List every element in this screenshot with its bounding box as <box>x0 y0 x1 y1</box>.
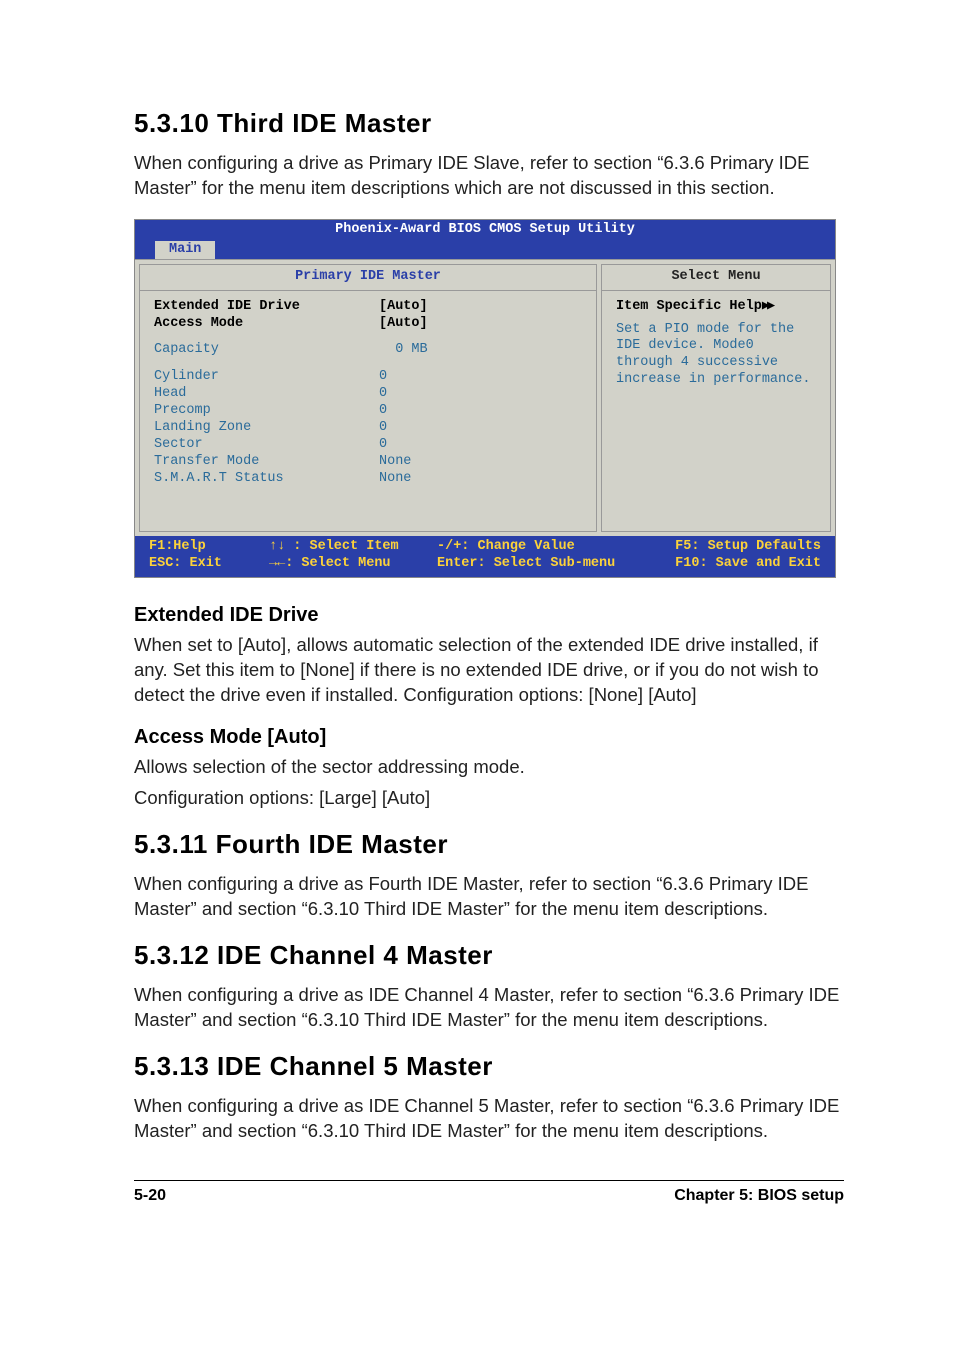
field-ext-ide-drive-label: Extended IDE Drive <box>154 299 379 316</box>
section-number: 5.3.13 <box>134 1051 209 1081</box>
section-title: Fourth IDE Master <box>216 829 448 859</box>
field-cylinder-label: Cylinder <box>154 369 379 386</box>
bios-footer: F1:Help ESC: Exit ↑↓ : Select Item →←: S… <box>135 536 835 578</box>
field-sector-label: Sector <box>154 437 379 454</box>
footer-change-value: -/+: Change Value <box>437 539 641 556</box>
section-para: When configuring a drive as IDE Channel … <box>134 1094 842 1144</box>
field-sector-value: 0 <box>379 437 387 454</box>
field-capacity-label: Capacity <box>154 342 379 359</box>
field-precomp-value: 0 <box>379 403 387 420</box>
field-capacity-value: 0 MB <box>379 342 428 359</box>
para-access-mode-2: Configuration options: [Large] [Auto] <box>134 786 842 811</box>
section-para: When configuring a drive as Primary IDE … <box>134 151 842 201</box>
subheading-access-mode: Access Mode [Auto] <box>134 726 844 749</box>
field-access-mode-value[interactable]: [Auto] <box>379 316 428 333</box>
footer-select-item: ↑↓ : Select Item <box>269 539 437 556</box>
field-smart-status-label: S.M.A.R.T Status <box>154 471 379 488</box>
field-landing-zone-label: Landing Zone <box>154 420 379 437</box>
item-specific-help-title: Item Specific Help▶▶ <box>616 299 818 316</box>
para-access-mode-1: Allows selection of the sector addressin… <box>134 755 842 780</box>
field-head-value: 0 <box>379 386 387 403</box>
chevron-right-icon: ▶▶ <box>762 299 772 314</box>
section-title: Third IDE Master <box>217 108 432 138</box>
field-transfer-mode-label: Transfer Mode <box>154 454 379 471</box>
bios-screenshot: Phoenix-Award BIOS CMOS Setup Utility Ma… <box>134 219 844 579</box>
field-transfer-mode-value: None <box>379 454 411 471</box>
chapter-label: Chapter 5: BIOS setup <box>674 1187 844 1205</box>
section-title: IDE Channel 5 Master <box>217 1051 493 1081</box>
bios-left-header: Primary IDE Master <box>140 265 596 291</box>
para-extended-ide-drive: When set to [Auto], allows automatic sel… <box>134 633 842 708</box>
footer-select-menu: →←: Select Menu <box>269 556 437 573</box>
field-ext-ide-drive-value[interactable]: [Auto] <box>379 299 428 316</box>
section-title: IDE Channel 4 Master <box>217 940 493 970</box>
footer-esc-exit: ESC: Exit <box>149 556 269 573</box>
footer-save-and-exit: F10: Save and Exit <box>641 556 821 573</box>
field-head-label: Head <box>154 386 379 403</box>
field-precomp-label: Precomp <box>154 403 379 420</box>
page-number: 5-20 <box>134 1187 166 1205</box>
field-landing-zone-value: 0 <box>379 420 387 437</box>
section-heading-5311: 5.3.11 Fourth IDE Master <box>134 829 844 860</box>
bios-right-header: Select Menu <box>602 265 830 291</box>
field-smart-status-value: None <box>379 471 411 488</box>
section-number: 5.3.12 <box>134 940 209 970</box>
field-cylinder-value: 0 <box>379 369 387 386</box>
section-number: 5.3.11 <box>134 829 208 859</box>
page-footer: 5-20 Chapter 5: BIOS setup <box>134 1180 844 1205</box>
subheading-extended-ide-drive: Extended IDE Drive <box>134 604 844 627</box>
item-specific-help-body: Set a PIO mode for the IDE device. Mode0… <box>616 322 818 390</box>
bios-tab-main[interactable]: Main <box>155 241 215 259</box>
footer-f1-help: F1:Help <box>149 539 269 556</box>
footer-select-submenu: Enter: Select Sub-menu <box>437 556 641 573</box>
section-para: When configuring a drive as Fourth IDE M… <box>134 872 842 922</box>
footer-setup-defaults: F5: Setup Defaults <box>641 539 821 556</box>
section-heading-5312: 5.3.12 IDE Channel 4 Master <box>134 940 844 971</box>
section-number: 5.3.10 <box>134 108 209 138</box>
field-access-mode-label: Access Mode <box>154 316 379 333</box>
section-heading-5313: 5.3.13 IDE Channel 5 Master <box>134 1051 844 1082</box>
section-heading-5310: 5.3.10 Third IDE Master <box>134 108 844 139</box>
bios-titlebar: Phoenix-Award BIOS CMOS Setup Utility <box>135 220 835 241</box>
help-title-text: Item Specific Help <box>616 299 762 314</box>
section-para: When configuring a drive as IDE Channel … <box>134 983 842 1033</box>
